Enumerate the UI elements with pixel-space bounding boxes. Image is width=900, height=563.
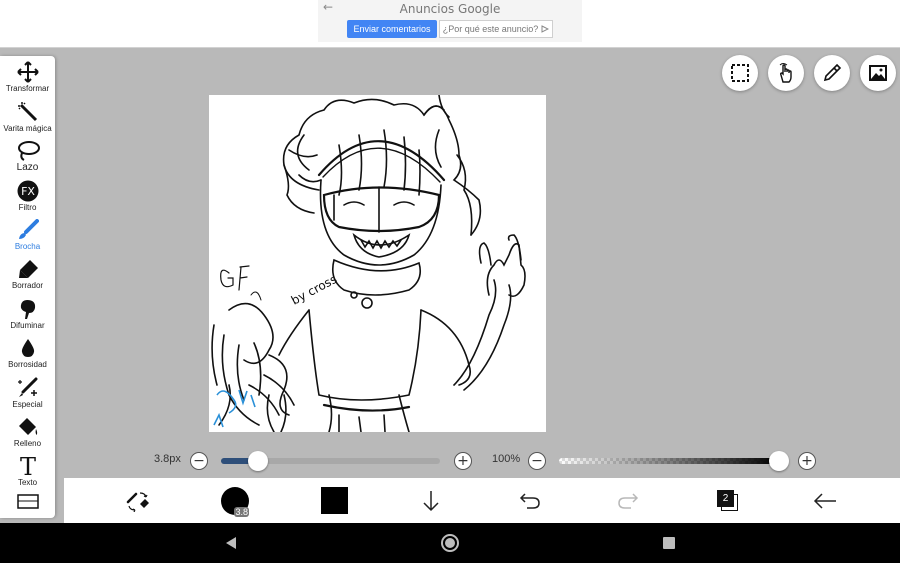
opacity-handle[interactable] — [769, 451, 789, 471]
back-button[interactable] — [812, 478, 838, 523]
tool-lasso[interactable]: Lazo — [0, 135, 55, 174]
tool-panel: Transformar Varita mágica Lazo FX Filtro… — [0, 56, 55, 518]
ad-title: Anuncios Google — [399, 2, 501, 16]
bottom-toolbar: 3.8 2 — [64, 478, 900, 523]
tool-filter[interactable]: FX Filtro — [0, 174, 55, 213]
layers-button[interactable]: 2 — [716, 478, 740, 523]
drawing-canvas[interactable]: by cross — [209, 95, 546, 432]
tool-smudge[interactable]: Difuminar — [0, 292, 55, 331]
redo-icon — [618, 492, 639, 509]
selection-icon — [731, 64, 749, 82]
tool-label: Transformar — [5, 84, 50, 94]
brush-size-handle[interactable] — [248, 451, 269, 471]
tool-fill[interactable]: Relleno — [0, 411, 55, 450]
swap-brush-eraser-icon — [126, 491, 149, 512]
redo-button[interactable] — [616, 478, 640, 523]
tool-label: Brocha — [14, 241, 41, 251]
image-icon — [869, 65, 887, 81]
layer-count: 2 — [717, 489, 734, 507]
tool-label: Especial — [12, 399, 43, 409]
nav-back-icon[interactable] — [225, 536, 237, 550]
tool-eraser[interactable]: Borrador — [0, 253, 55, 292]
undo-icon — [519, 492, 540, 509]
ad-container: ← Anuncios Google Enviar comentarios ¿Po… — [318, 0, 582, 42]
fill-bucket-icon — [18, 417, 37, 435]
hand-gesture-button[interactable] — [768, 55, 804, 91]
tool-label: Texto — [17, 478, 38, 488]
back-arrow-icon — [813, 492, 836, 509]
opacity-value: 100% — [492, 453, 521, 465]
frame-icon — [16, 494, 39, 510]
text-icon: T — [19, 454, 35, 478]
why-this-ad-button[interactable]: ¿Por qué este anuncio? — [439, 20, 553, 38]
brush-icon — [18, 218, 39, 239]
tool-transform[interactable]: Transformar — [0, 56, 55, 95]
tool-label: Borrosidad — [8, 360, 47, 370]
tool-label: Filtro — [18, 202, 37, 212]
hand-gesture-icon — [779, 63, 792, 83]
tool-label: Lazo — [16, 162, 39, 174]
tool-label: Relleno — [13, 438, 42, 448]
svg-text:FX: FX — [21, 185, 35, 198]
signature-text: by cross — [289, 272, 339, 308]
system-navigation-bar — [0, 523, 900, 563]
artwork-sketch: by cross — [211, 95, 526, 432]
minus-icon: − — [193, 453, 205, 469]
tool-brush[interactable]: Brocha — [0, 214, 55, 253]
nav-recents-icon[interactable] — [663, 537, 675, 549]
fx-icon: FX — [17, 180, 38, 202]
tool-text[interactable]: T Texto — [0, 450, 55, 489]
tool-label: Borrador — [11, 281, 44, 291]
magic-wand-icon — [17, 101, 37, 121]
svg-text:T: T — [19, 454, 35, 478]
smudge-icon — [20, 299, 35, 319]
send-feedback-button[interactable]: Enviar comentarios — [347, 20, 437, 38]
brush-size-badge: 3.8 — [234, 506, 249, 517]
opacity-decrease-button[interactable]: − — [528, 452, 546, 470]
adchoices-icon — [541, 25, 550, 33]
tool-blur[interactable]: Borrosidad — [0, 332, 55, 371]
brush-size-value: 3.8px — [154, 453, 181, 465]
download-arrow-icon — [423, 490, 439, 511]
opacity-slider[interactable] — [559, 458, 779, 464]
selection-button[interactable] — [722, 55, 758, 91]
brush-size-increase-button[interactable]: + — [454, 452, 472, 470]
plus-icon: + — [801, 453, 813, 469]
plus-icon: + — [457, 453, 469, 469]
eraser-icon — [18, 260, 38, 279]
brush-size-decrease-button[interactable]: − — [190, 452, 208, 470]
layers-icon: 2 — [717, 489, 739, 512]
brush-size-button[interactable]: 3.8 — [220, 478, 250, 523]
blur-drop-icon — [21, 339, 34, 358]
ad-banner: ← Anuncios Google Enviar comentarios ¿Po… — [0, 0, 900, 48]
tool-label: Difuminar — [10, 320, 45, 330]
move-arrows-icon — [16, 61, 39, 84]
eyedropper-button[interactable] — [814, 55, 850, 91]
tool-special[interactable]: Especial — [0, 371, 55, 410]
minus-icon: − — [531, 453, 543, 469]
color-swatch-icon — [320, 487, 348, 514]
image-button[interactable] — [860, 55, 896, 91]
why-ad-label: ¿Por qué este anuncio? — [442, 24, 539, 34]
tool-frame[interactable] — [0, 489, 55, 518]
save-download-button[interactable] — [420, 478, 442, 523]
tool-magic-wand[interactable]: Varita mágica — [0, 95, 55, 134]
brush-size-icon: 3.8 — [221, 486, 249, 517]
primary-color-button[interactable] — [320, 478, 348, 523]
eyedropper-icon — [823, 63, 842, 82]
tool-label: Varita mágica — [3, 123, 52, 133]
opacity-increase-button[interactable]: + — [798, 452, 816, 470]
nav-home-icon[interactable] — [440, 533, 460, 553]
special-brush-icon — [17, 377, 37, 397]
swap-brush-eraser-button[interactable] — [124, 478, 152, 523]
lasso-icon — [17, 141, 40, 162]
undo-button[interactable] — [518, 478, 542, 523]
